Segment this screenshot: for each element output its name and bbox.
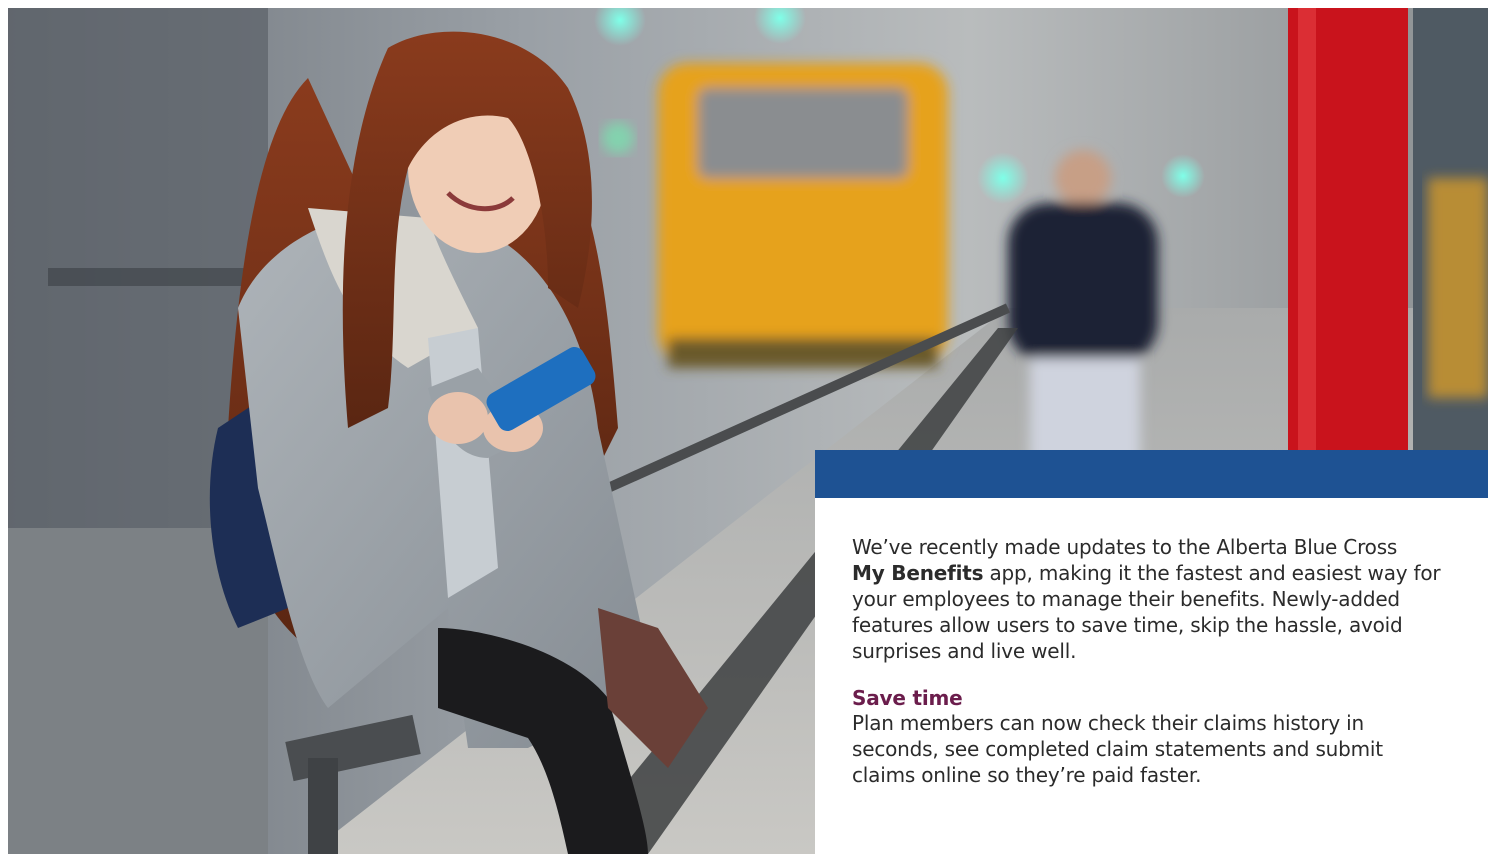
intro-line: My Benefits app, making it the fastest a… (852, 560, 1488, 586)
intro-line: surprises and live well. (852, 639, 1077, 663)
intro-line-text: app, making it the fastest and easiest w… (983, 561, 1441, 585)
intro-line: We’ve recently made updates to the Alber… (852, 535, 1398, 559)
intro-paragraph: We’ve recently made updates to the Alber… (852, 534, 1488, 664)
top-strip (0, 0, 1488, 8)
section-title: Save time (852, 686, 963, 710)
section-paragraph: Plan members can now check their claims … (852, 710, 1488, 788)
intro-line: features allow users to save time, skip … (852, 613, 1403, 637)
content-panel: We’ve recently made updates to the Alber… (815, 450, 1488, 854)
brand-name: My Benefits (852, 561, 984, 585)
panel-body: We’ve recently made updates to the Alber… (852, 534, 1488, 788)
page: We’ve recently made updates to the Alber… (0, 0, 1488, 854)
intro-line: your employees to manage their benefits.… (852, 587, 1400, 611)
section-line: seconds, see completed claim statements … (852, 737, 1383, 761)
section-line: Plan members can now check their claims … (852, 711, 1364, 735)
panel-header-bar (815, 450, 1488, 498)
section-line: claims online so they’re paid faster. (852, 763, 1202, 787)
